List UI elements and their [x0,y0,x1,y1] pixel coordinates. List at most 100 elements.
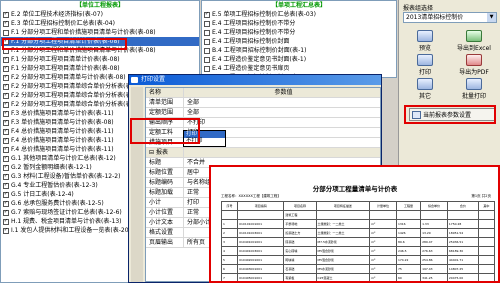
checkbox-checked-icon[interactable]: ✓ [3,83,9,90]
preview-cell: 010405001001 [237,273,285,283]
checkbox-icon[interactable] [3,47,9,54]
export-pdf-button[interactable]: 导出为PDF [451,54,497,76]
checkbox-checked-icon[interactable]: ✓ [3,191,9,198]
report-item-label: E.4 工程造价鉴定意见书扉页 [212,65,290,72]
checkbox-checked-icon[interactable]: ✓ [3,218,9,225]
dialog-title: 打印设置 [141,76,166,83]
preview-cell: M5混合砂浆 [315,255,371,265]
checkbox-checked-icon[interactable]: ✓ [3,173,9,180]
preview-cell: 有梁板 [283,273,317,283]
collapse-icon: ⊟ [149,149,156,156]
checkbox-checked-icon[interactable]: ✓ [3,74,9,81]
param-name: 小计文本 [146,218,184,227]
preview-cell: 1.33 [420,219,448,229]
param-row[interactable]: 定额范围 全部 [146,108,380,118]
dropdown-option[interactable]: 打印 [184,131,225,138]
report-group-dropdown[interactable]: 2013清单招标控制价 ▼ [403,12,497,23]
param-value[interactable]: 全部 [184,98,380,107]
preview-row: 7 010405001001 有梁板 C25混凝土 m³ 60 341.25 20475.00 [220,273,496,283]
preview-column-header: 项目名称 [283,201,317,211]
checkbox-icon[interactable] [204,47,210,54]
param-row[interactable]: 输出顺序 不打印 [146,118,380,128]
checkbox-icon[interactable] [204,20,210,27]
param-row[interactable]: 措施项目不打印 [146,138,380,148]
checkbox-checked-icon[interactable]: ✓ [3,101,9,108]
other-button[interactable]: 其它 [405,78,445,100]
report-list-item[interactable]: F.1 分部分项工程和单价措施项目清单与计价表(表-08) [1,46,199,55]
report-group-row[interactable]: ⊟ 报表 [146,148,380,158]
checkbox-checked-icon[interactable]: ✓ [3,137,9,144]
other-icon [417,78,433,90]
checkbox-checked-icon[interactable]: ✓ [3,227,9,234]
param-row[interactable]: 定额工料打印 [146,128,380,138]
report-item-label: E.5 单项工程招标控制价汇总表(表-03) [212,11,316,18]
summary-list-item[interactable]: E.4 工程造价鉴定意见书封面(表-1) [202,55,396,64]
preview-button[interactable]: 预览 [405,30,445,52]
preview-cell: 7 [220,273,239,283]
batch-print-button[interactable]: 批量打印 [451,78,497,100]
param-row[interactable]: 清单范围 全部 [146,98,380,108]
preview-row: 4 010401003001 实心砖墙 M5混合砂浆 m³ 246.5 276.63 6818… [220,246,496,256]
report-list-item[interactable]: ✓ F.1 分部分项工程项目清单计价表(表-08) [1,37,199,46]
preview-cell: m² [369,219,397,229]
report-list-item[interactable]: ✓ F.1 分部分项工程项目清单计价表(表-08) [1,55,199,64]
checkbox-checked-icon[interactable]: ✓ [3,119,9,126]
report-item-label: E.4 工程项目招标控制价不带分 [212,29,296,36]
summary-list-item[interactable]: B.4 工程项目招标控制价封面(表-1) [202,46,396,55]
print-button[interactable]: 打印 [405,54,445,76]
checkbox-checked-icon[interactable]: ✓ [3,92,9,99]
checkbox-checked-icon[interactable]: ✓ [204,11,210,18]
dropdown-option[interactable]: 不打印 [184,138,225,145]
current-settings-button[interactable]: 当前报表参数设置 [409,108,495,121]
summary-list-item[interactable]: E.4 工程造价鉴定意见书扉页 [202,64,396,73]
checkbox-checked-icon[interactable]: ✓ [3,20,9,27]
report-group-label: 报表组选择 [403,5,434,12]
preview-icon [417,30,433,42]
summary-list-item[interactable]: E.4 工程项目招标控制价不带分 [202,19,396,28]
param-name: 定额范围 [146,108,184,117]
checkbox-checked-icon[interactable]: ✓ [3,209,9,216]
report-list-item[interactable]: ✓ E.3 单位工程招标控制价汇总表(表-04) [1,19,199,28]
preview-column-header: 其中 [477,201,496,211]
dialog-title-bar: 打印设置 [129,75,381,85]
preview-cell [477,246,496,256]
checkbox-icon[interactable] [204,65,210,72]
preview-cell [220,210,239,220]
group-header-summary: 【单项工程汇总表】 [271,2,326,9]
param-value[interactable]: 不打印 [184,118,380,127]
preview-cell: 土壤类别：一二类土 [315,228,371,238]
checkbox-checked-icon[interactable]: ✓ [3,146,9,153]
checkbox-checked-icon[interactable]: ✓ [3,128,9,135]
report-list-item[interactable]: F.1 分部分项工程和单价措施项目清单与计价表(表-08) [1,28,199,37]
checkbox-checked-icon[interactable]: ✓ [3,200,9,207]
checkbox-icon[interactable] [3,29,9,36]
summary-list-item[interactable]: E.4 工程项目招标控制价不带分 [202,28,396,37]
batch-print-icon [466,78,482,90]
preview-cell: 174.22 [395,255,422,265]
excel-icon [466,30,482,42]
preview-column-header: 工程量 [395,201,422,211]
checkbox-checked-icon[interactable]: ✓ [3,110,9,117]
checkbox-checked-icon[interactable]: ✓ [3,155,9,162]
summary-list-item[interactable]: E.4 工程项目招标控制价封面 [202,37,396,46]
checkbox-checked-icon[interactable]: ✓ [3,56,9,63]
report-list-item[interactable]: ✓ F.1 分部分项工程项目清单计价表(表-08) [1,64,199,73]
checkbox-icon[interactable] [204,38,210,45]
summary-list-item[interactable]: ✓ E.5 单项工程招标控制价汇总表(表-03) [202,10,396,19]
report-list-item[interactable]: ✓ E.2 单位工程技术经济指标(表-07) [1,10,199,19]
report-item-label: F.3 单价措施项目清单与计价表(表-08) [11,119,114,126]
preview-cell: 276.63 [420,246,448,256]
checkbox-checked-icon[interactable]: ✓ [3,182,9,189]
export-excel-button[interactable]: 导出到Excel [451,30,497,52]
preview-cell: 实心砖墙 [283,246,317,256]
checkbox-checked-icon[interactable]: ✓ [3,11,9,18]
checkbox-checked-icon[interactable]: ✓ [3,38,9,45]
preview-cell: 18951.54 [446,228,479,238]
print-option-dropdown[interactable]: 打印 不打印 [183,130,226,147]
checkbox-checked-icon[interactable]: ✓ [3,65,9,72]
checkbox-icon[interactable] [204,29,210,36]
checkbox-checked-icon[interactable]: ✓ [3,164,9,171]
checkbox-icon[interactable] [204,56,210,63]
param-value[interactable]: 全部 [184,108,380,117]
report-item-label: F.2 分部分项工程项目清单综合单价分析表(表-09) [11,83,144,90]
